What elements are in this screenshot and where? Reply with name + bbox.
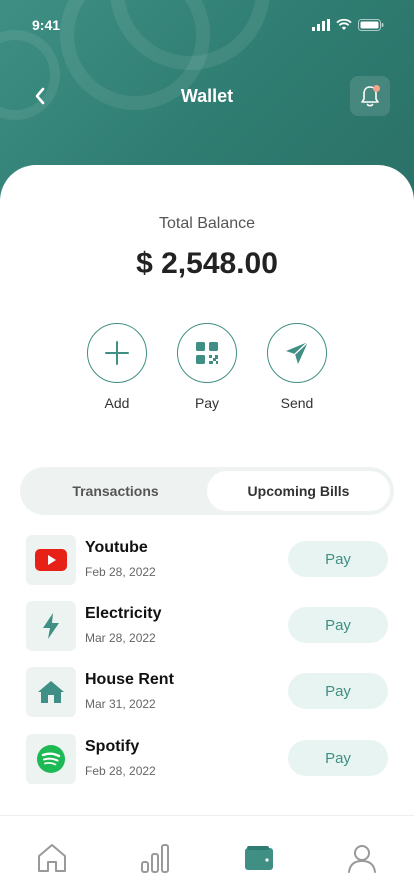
notification-button[interactable]	[350, 76, 390, 116]
bill-date: Feb 28, 2022	[85, 764, 156, 778]
action-buttons: Add Pay Send	[0, 323, 414, 411]
youtube-icon	[26, 535, 76, 585]
bill-tabs: Transactions Upcoming Bills	[20, 467, 394, 515]
nav-home[interactable]	[27, 840, 77, 876]
pay-house-rent-button[interactable]: Pay	[288, 673, 388, 709]
bill-date: Mar 28, 2022	[85, 631, 156, 645]
pay-action[interactable]: Pay	[177, 323, 237, 411]
add-button[interactable]	[87, 323, 147, 383]
balance-label: Total Balance	[158, 215, 256, 232]
plus-icon	[105, 341, 129, 365]
home-icon	[37, 844, 66, 872]
bell-icon	[361, 85, 380, 107]
bill-item-electricity: Electricity Mar 28, 2022 Pay	[26, 601, 388, 651]
lightning-icon	[26, 601, 76, 651]
send-action[interactable]: Send	[267, 323, 327, 411]
bill-name: Spotify	[85, 738, 140, 755]
chevron-left-icon	[35, 87, 45, 105]
nav-profile[interactable]	[337, 840, 387, 876]
add-label: Add	[104, 395, 130, 411]
profile-icon	[348, 845, 377, 873]
tab-upcoming-bills[interactable]: Upcoming Bills	[207, 471, 390, 511]
bill-name: House Rent	[85, 671, 174, 688]
pay-youtube-button[interactable]: Pay	[288, 541, 388, 577]
nav-statistics[interactable]	[130, 840, 180, 876]
bill-name: Youtube	[85, 539, 148, 556]
page-title: Wallet	[180, 85, 234, 106]
tab-transactions[interactable]: Transactions	[24, 471, 207, 511]
wallet-icon	[244, 846, 273, 870]
back-button[interactable]	[24, 80, 56, 112]
signal-icon	[312, 19, 330, 31]
bill-date: Mar 31, 2022	[85, 697, 156, 711]
status-bar: 9:41	[0, 0, 414, 50]
qr-code-icon	[196, 342, 218, 364]
bill-item-house-rent: House Rent Mar 31, 2022 Pay	[26, 667, 388, 717]
top-navigation: Wallet	[0, 74, 414, 118]
stats-icon	[141, 844, 170, 873]
house-icon	[26, 667, 76, 717]
spotify-icon	[26, 734, 76, 784]
balance-value: $ 2,548.00	[136, 247, 278, 280]
notification-dot	[373, 85, 380, 92]
bill-name: Electricity	[85, 605, 162, 622]
bill-date: Feb 28, 2022	[85, 565, 156, 579]
status-time: 9:41	[32, 17, 61, 33]
pay-spotify-button[interactable]: Pay	[288, 740, 388, 776]
main-card: Total Balance $ 2,548.00 Add Pay Send Tr…	[0, 165, 414, 896]
add-action[interactable]: Add	[87, 323, 147, 411]
nav-wallet[interactable]	[234, 840, 284, 876]
bill-item-youtube: Youtube Feb 28, 2022 Pay	[26, 535, 388, 585]
battery-icon	[358, 19, 384, 31]
pay-button[interactable]	[177, 323, 237, 383]
bottom-navigation	[0, 815, 414, 896]
pay-label: Pay	[194, 395, 220, 411]
pay-electricity-button[interactable]: Pay	[288, 607, 388, 643]
bill-item-spotify: Spotify Feb 28, 2022 Pay	[26, 734, 388, 784]
send-icon	[286, 341, 309, 364]
send-button[interactable]	[267, 323, 327, 383]
wifi-icon	[336, 19, 352, 30]
send-label: Send	[280, 395, 314, 411]
